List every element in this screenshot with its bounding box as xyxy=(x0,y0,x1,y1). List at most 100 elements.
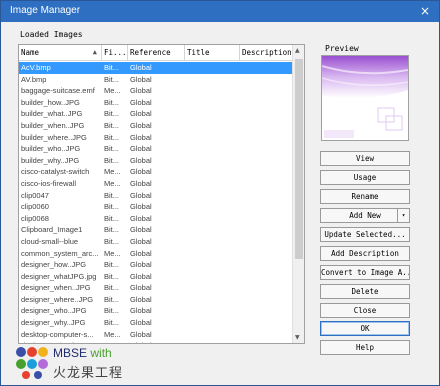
cell-name: designer_whatJPG.jpg xyxy=(21,271,97,281)
rename-button[interactable]: Rename xyxy=(320,189,410,204)
table-row[interactable]: designer_who..JPG Bit... Global xyxy=(19,305,293,317)
cell-reference: Global xyxy=(130,225,152,235)
cell-name: builder_who..JPG xyxy=(21,144,81,154)
column-header-file[interactable]: Fi... xyxy=(102,45,128,61)
cell-reference: Global xyxy=(130,190,152,200)
table-row[interactable]: AcV.bmp Bit... Global xyxy=(19,62,293,74)
table-row[interactable]: desktop-pc-busines...Me...Global xyxy=(19,340,293,343)
table-row[interactable]: builder_who..JPG Bit... Global xyxy=(19,143,293,155)
cell-reference: Global xyxy=(130,167,152,177)
cell-file-type: Me... xyxy=(104,167,121,177)
cell-name: designer_where..JPG xyxy=(21,294,94,304)
ok-button[interactable]: OK xyxy=(320,321,410,336)
title-bar: Image Manager × xyxy=(1,1,439,22)
table-row[interactable]: cisco-catalyst-switch Me... Global xyxy=(19,166,293,178)
table-row[interactable]: builder_how..JPG Bit... Global xyxy=(19,97,293,109)
table-row[interactable]: baggage-suitcase.emf Me... Global xyxy=(19,85,293,97)
cell-name: desktop-computer-s... xyxy=(21,329,94,339)
cell-name: builder_how..JPG xyxy=(21,97,80,107)
convert-to-image-button[interactable]: Convert to Image A... xyxy=(320,265,410,280)
add-description-button[interactable]: Add Description xyxy=(320,246,410,261)
cell-reference: Global xyxy=(130,109,152,119)
cell-reference: Global xyxy=(130,132,152,142)
table-row[interactable]: cloud-small--blue Bit... Global xyxy=(19,236,293,248)
table-row[interactable]: designer_how..JPG Bit... Global xyxy=(19,259,293,271)
list-header: Name ▲ Fi... Reference Title Description xyxy=(19,45,293,61)
cell-reference: Global xyxy=(130,97,152,107)
cell-reference: Global xyxy=(130,306,152,316)
cell-file-type: Bit... xyxy=(104,283,120,293)
close-window-button[interactable]: × xyxy=(417,3,433,19)
cell-name: AV.bmp xyxy=(21,74,47,84)
image-manager-window: Image Manager × Loaded Images Name ▲ Fi.… xyxy=(0,0,440,386)
cell-file-type: Bit... xyxy=(104,213,120,223)
sort-ascending-icon: ▲ xyxy=(92,48,97,56)
cell-reference: Global xyxy=(130,271,152,281)
usage-button[interactable]: Usage xyxy=(320,170,410,185)
vertical-scrollbar[interactable]: ▲ ▼ xyxy=(292,45,304,343)
table-row[interactable]: Clipboard_Image1 Bit... Global xyxy=(19,224,293,236)
table-row[interactable]: desktop-computer-s... Me... Global xyxy=(19,329,293,341)
add-new-button[interactable]: Add New ▾ xyxy=(320,208,410,223)
cell-reference: Global xyxy=(130,120,152,130)
cell-reference: Global xyxy=(130,260,152,270)
table-row[interactable]: builder_where..JPG Bit... Global xyxy=(19,132,293,144)
loaded-images-label: Loaded Images xyxy=(20,30,83,39)
cell-file-type: Bit... xyxy=(104,306,120,316)
cell-file-type: Me... xyxy=(104,86,121,96)
update-selected-button[interactable]: Update Selected... xyxy=(320,227,410,242)
column-header-description[interactable]: Description xyxy=(240,45,293,61)
cell-name: desktop-pc-busines... xyxy=(19,340,101,343)
cell-file-type: Me... xyxy=(102,340,126,343)
cell-name: designer_when..JPG xyxy=(21,283,91,293)
column-header-title[interactable]: Title xyxy=(185,45,240,61)
cell-reference: Global xyxy=(130,283,152,293)
table-row[interactable]: builder_when..JPG Bit... Global xyxy=(19,120,293,132)
table-row[interactable]: builder_why..JPG Bit... Global xyxy=(19,155,293,167)
scroll-up-icon[interactable]: ▲ xyxy=(295,47,300,54)
watermark-line2: 火龙果工程 xyxy=(53,365,124,380)
cell-name: baggage-suitcase.emf xyxy=(21,86,95,96)
delete-button[interactable]: Delete xyxy=(320,284,410,299)
table-row[interactable]: designer_why..JPG Bit... Global xyxy=(19,317,293,329)
image-list[interactable]: Name ▲ Fi... Reference Title Description… xyxy=(18,44,305,344)
view-button[interactable]: View xyxy=(320,151,410,166)
cell-file-type: Me... xyxy=(104,178,121,188)
watermark-logo-icon xyxy=(16,347,48,379)
watermark: MBSE with 火龙果工程 xyxy=(13,345,143,380)
table-row[interactable]: clip0047 Bit... Global xyxy=(19,190,293,202)
cell-reference: Global xyxy=(130,248,152,258)
cell-file-type: Bit... xyxy=(104,144,120,154)
image-preview xyxy=(321,55,409,141)
add-new-label: Add New xyxy=(349,211,381,220)
cell-file-type: Bit... xyxy=(104,109,120,119)
cell-name: builder_when..JPG xyxy=(21,120,85,130)
table-row[interactable]: designer_when..JPG Bit... Global xyxy=(19,282,293,294)
cell-file-type: Bit... xyxy=(104,63,120,72)
table-row[interactable]: clip0068 Bit... Global xyxy=(19,213,293,225)
cell-reference: Global xyxy=(130,236,152,246)
table-row[interactable]: cisco-ios-firewall Me... Global xyxy=(19,178,293,190)
table-row[interactable]: common_system_arc... Me... Global xyxy=(19,248,293,260)
table-row[interactable]: designer_where..JPG Bit... Global xyxy=(19,294,293,306)
help-button[interactable]: Help xyxy=(320,340,410,355)
cell-name: designer_who..JPG xyxy=(21,306,87,316)
table-row[interactable]: AV.bmp Bit... Global xyxy=(19,74,293,86)
cell-file-type: Bit... xyxy=(104,120,120,130)
cell-name: cisco-catalyst-switch xyxy=(21,167,90,177)
cell-name: clip0060 xyxy=(21,202,49,212)
scroll-down-icon[interactable]: ▼ xyxy=(295,334,300,341)
cell-file-type: Bit... xyxy=(104,155,120,165)
cell-file-type: Me... xyxy=(104,329,121,339)
table-row[interactable]: designer_whatJPG.jpg Bit... Global xyxy=(19,271,293,283)
cell-reference: Global xyxy=(130,178,152,188)
cell-file-type: Bit... xyxy=(104,271,120,281)
column-header-name[interactable]: Name ▲ xyxy=(19,45,102,61)
column-header-reference[interactable]: Reference xyxy=(128,45,185,61)
table-row[interactable]: clip0060 Bit... Global xyxy=(19,201,293,213)
table-row[interactable]: builder_what..JPG Bit... Global xyxy=(19,108,293,120)
chevron-down-icon[interactable]: ▾ xyxy=(397,209,409,222)
scrollbar-thumb[interactable] xyxy=(295,59,303,259)
close-button[interactable]: Close xyxy=(320,303,410,318)
window-title: Image Manager xyxy=(10,5,81,16)
